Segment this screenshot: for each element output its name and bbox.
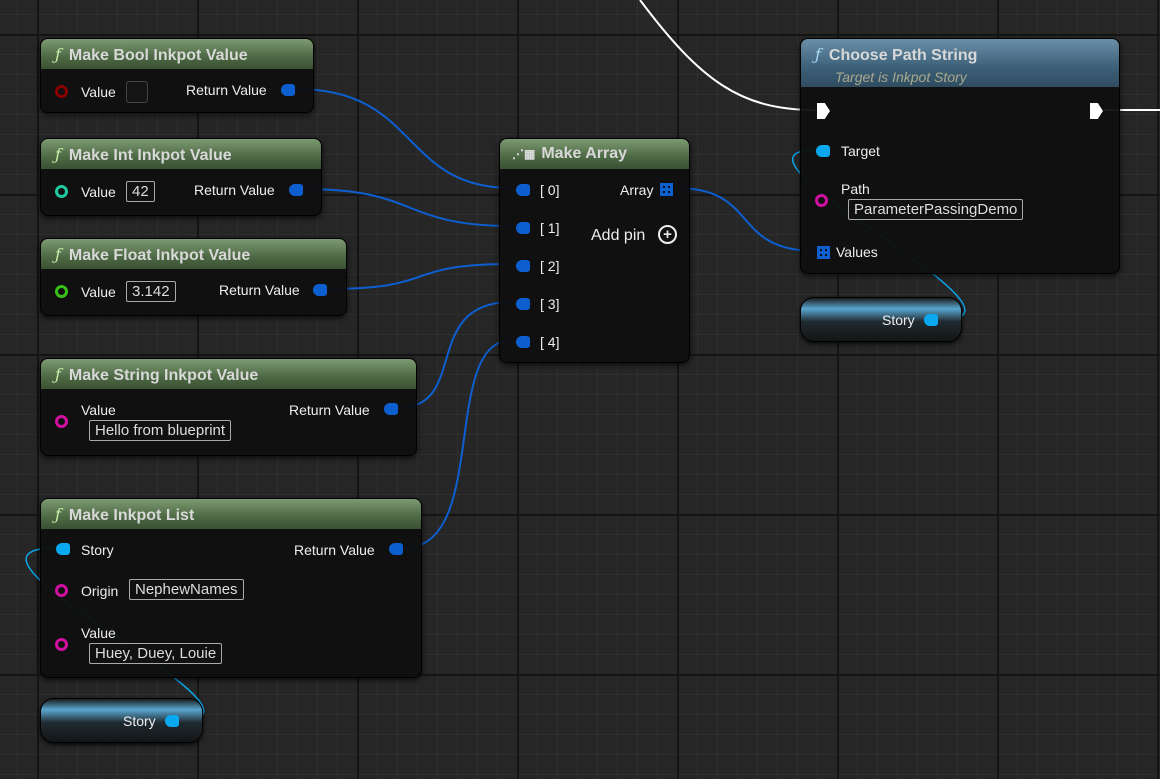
bool-checkbox[interactable] (126, 81, 148, 103)
return-pin-icon[interactable] (384, 403, 398, 415)
value-label: Value (81, 184, 116, 200)
story-pin-icon[interactable] (56, 543, 70, 555)
make-float-inkpot-value-node[interactable]: ƒ Make Float Inkpot Value Value 3.142 Ret… (40, 238, 347, 316)
wire-int-array1 (303, 188, 513, 227)
node-title: Make Inkpot List (68, 507, 195, 524)
exec-input-pin-icon[interactable] (817, 103, 830, 119)
array-input-3-pin[interactable] (516, 298, 530, 310)
values-label: Values (836, 244, 878, 260)
function-icon: ƒ (55, 45, 61, 64)
array-input-2-pin[interactable] (516, 260, 530, 272)
story-pin-icon[interactable] (165, 715, 179, 727)
function-icon: ƒ (55, 245, 61, 264)
value-pin-icon[interactable] (55, 638, 68, 651)
return-value-label: Return Value (194, 182, 275, 198)
return-pin-icon[interactable] (389, 543, 403, 555)
story-variable-node[interactable]: Story (40, 698, 203, 743)
story-variable-node[interactable]: Story (800, 297, 962, 342)
value-label: Value (81, 625, 116, 641)
function-icon: ƒ (55, 365, 61, 384)
string-pin-icon[interactable] (55, 415, 68, 428)
array-output-pin-icon[interactable] (660, 183, 673, 196)
int-pin-icon[interactable] (55, 185, 68, 198)
node-title: Make Bool Inkpot Value (68, 47, 248, 64)
function-icon: ƒ (55, 145, 61, 164)
array-input-1-pin[interactable] (516, 222, 530, 234)
node-title: Choose Path String (828, 47, 978, 64)
make-bool-inkpot-value-node[interactable]: ƒ Make Bool Inkpot Value Value Return Val… (40, 38, 314, 113)
exec-output-pin-icon[interactable] (1090, 103, 1103, 119)
story-label: Story (882, 312, 915, 328)
array-output-label: Array (620, 182, 654, 198)
bool-pin-icon[interactable] (55, 85, 68, 98)
path-label: Path (841, 181, 870, 197)
choose-path-string-node[interactable]: ƒ Choose Path String Target is Inkpot Sto… (800, 38, 1120, 274)
node-subtitle: Target is Inkpot Story (835, 69, 967, 85)
array-input-3-label: [ 3] (540, 296, 560, 312)
return-value-label: Return Value (289, 402, 370, 418)
return-value-label: Return Value (294, 542, 375, 558)
node-title: Make Array (541, 145, 628, 162)
make-inkpot-list-node[interactable]: ƒ Make Inkpot List Story Origin NephewNam… (40, 498, 422, 678)
list-value-input[interactable]: Huey, Duey, Louie (89, 643, 223, 664)
float-pin-icon[interactable] (55, 285, 68, 298)
array-input-2-label: [ 2] (540, 258, 560, 274)
exec-wire-in (639, 0, 816, 111)
return-pin-icon[interactable] (313, 284, 327, 296)
function-icon: ƒ (55, 505, 61, 524)
return-pin-icon[interactable] (289, 184, 303, 196)
int-value-input[interactable]: 42 (126, 181, 155, 202)
make-array-node[interactable]: ⋰▦ Make Array [ 0] [ 1] [ 2] [ 3] [ 4] Ar… (499, 138, 690, 363)
array-input-1-label: [ 1] (540, 220, 560, 236)
value-label: Value (81, 402, 116, 418)
node-title: Make String Inkpot Value (68, 367, 259, 384)
origin-pin-icon[interactable] (55, 584, 68, 597)
story-label: Story (123, 713, 156, 729)
value-label: Value (81, 84, 116, 100)
array-input-0-pin[interactable] (516, 184, 530, 196)
target-pin-icon[interactable] (816, 145, 830, 157)
origin-input[interactable]: NephewNames (129, 579, 244, 600)
story-pin-icon[interactable] (924, 314, 938, 326)
float-value-input[interactable]: 3.142 (126, 281, 176, 302)
wire-array-values (675, 187, 817, 252)
make-array-icon: ⋰▦ (512, 147, 536, 161)
function-icon: ƒ (815, 45, 821, 64)
node-title: Make Int Inkpot Value (68, 147, 232, 164)
value-label: Value (81, 284, 116, 300)
target-label: Target (841, 143, 880, 159)
string-value-input[interactable]: Hello from blueprint (89, 420, 232, 441)
add-pin-plus-icon[interactable]: + (658, 225, 677, 244)
array-input-0-label: [ 0] (540, 182, 560, 198)
origin-label: Origin (81, 583, 119, 599)
array-input-4-pin[interactable] (516, 336, 530, 348)
path-input[interactable]: ParameterPassingDemo (848, 199, 1024, 220)
make-string-inkpot-value-node[interactable]: ƒ Make String Inkpot Value Value Hello fr… (40, 358, 417, 456)
array-input-4-label: [ 4] (540, 334, 560, 350)
node-title: Make Float Inkpot Value (68, 247, 251, 264)
return-pin-icon[interactable] (281, 84, 295, 96)
values-pin-icon[interactable] (817, 246, 830, 259)
add-pin-label[interactable]: Add pin (591, 227, 645, 245)
return-value-label: Return Value (186, 82, 267, 98)
return-value-label: Return Value (219, 282, 300, 298)
path-pin-icon[interactable] (815, 194, 828, 207)
wire-float-array2 (327, 263, 513, 290)
wire-bool-array0 (295, 88, 513, 189)
make-int-inkpot-value-node[interactable]: ƒ Make Int Inkpot Value Value 42 Return V… (40, 138, 322, 216)
story-label: Story (81, 542, 114, 558)
